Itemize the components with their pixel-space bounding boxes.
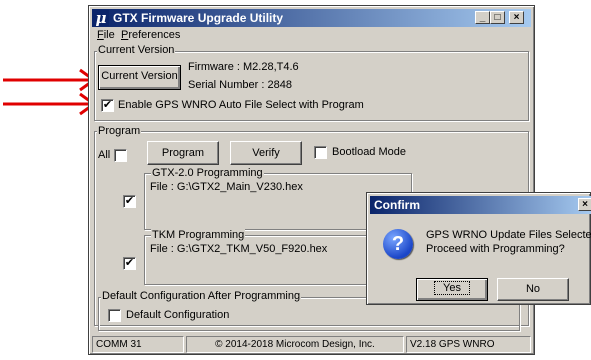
- confirm-dialog: Confirm × ? GPS WRNO Update Files Select…: [366, 192, 591, 305]
- arrow-to-auto-select: [3, 92, 97, 116]
- all-checkbox[interactable]: [114, 149, 127, 162]
- close-button[interactable]: ×: [509, 11, 524, 24]
- title-bar[interactable]: μ GTX Firmware Upgrade Utility _ □ ×: [92, 9, 531, 27]
- bootload-mode-checkbox[interactable]: [314, 146, 327, 159]
- confirm-message-line2: Proceed with Programming?: [426, 243, 565, 255]
- verify-button[interactable]: Verify: [230, 141, 302, 165]
- menu-file[interactable]: File: [97, 29, 115, 41]
- status-version: V2.18 GPS WNRO: [406, 336, 531, 353]
- confirm-title: Confirm: [374, 198, 420, 212]
- tkm-programming-checkbox[interactable]: ✔: [123, 257, 136, 270]
- yes-button-label: Yes: [434, 281, 470, 295]
- yes-button[interactable]: Yes: [416, 278, 488, 301]
- no-button[interactable]: No: [497, 278, 569, 301]
- gtx-programming-checkbox[interactable]: ✔: [123, 195, 136, 208]
- confirm-message-line1: GPS WRNO Update Files Selected: [426, 229, 591, 241]
- program-legend: Program: [97, 125, 142, 137]
- menu-bar: File Preferences: [92, 28, 532, 44]
- tkm-file-path: File : G:\GTX2_TKM_V50_F920.hex: [150, 243, 328, 255]
- tkm-programming-legend: TKM Programming: [151, 229, 246, 241]
- bootload-mode-label: Bootload Mode: [332, 146, 406, 158]
- auto-select-label: Enable GPS WNRO Auto File Select with Pr…: [118, 99, 364, 111]
- default-config-label: Default Configuration: [126, 309, 230, 321]
- confirm-close-button[interactable]: ×: [578, 198, 591, 211]
- confirm-title-bar[interactable]: Confirm ×: [370, 196, 591, 214]
- firmware-label: Firmware : M2.28,T4.6: [188, 61, 299, 73]
- current-version-legend: Current Version: [97, 44, 176, 56]
- app-mu-icon: μ: [93, 10, 109, 26]
- menu-preferences[interactable]: Preferences: [121, 29, 180, 41]
- status-copyright: © 2014-2018 Microcom Design, Inc.: [186, 336, 404, 353]
- program-button[interactable]: Program: [147, 141, 219, 165]
- serial-number-label: Serial Number : 2848: [188, 79, 292, 91]
- all-label: All: [98, 149, 111, 161]
- minimize-button[interactable]: _: [475, 11, 490, 24]
- maximize-button[interactable]: □: [490, 11, 505, 24]
- auto-select-checkbox[interactable]: ✔: [101, 99, 114, 112]
- arrow-to-current-version: [3, 68, 97, 92]
- question-icon: ?: [383, 229, 413, 259]
- status-port: COMM 31: [92, 336, 184, 353]
- default-config-legend: Default Configuration After Programming: [101, 290, 302, 302]
- current-version-button[interactable]: Current Version: [98, 65, 181, 90]
- gtx-programming-legend: GTX-2.0 Programming: [151, 167, 264, 179]
- window-title: GTX Firmware Upgrade Utility: [113, 11, 284, 25]
- default-config-checkbox[interactable]: [108, 309, 121, 322]
- annotation-arrows: [3, 68, 97, 116]
- gtx-file-path: File : G:\GTX2_Main_V230.hex: [150, 181, 303, 193]
